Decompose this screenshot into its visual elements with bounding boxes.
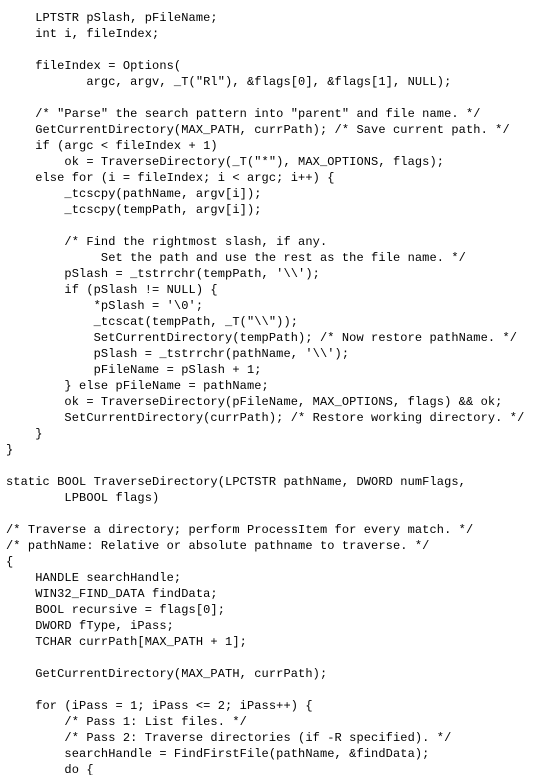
code-listing: LPTSTR pSlash, pFileName; int i, fileInd… (0, 0, 553, 775)
